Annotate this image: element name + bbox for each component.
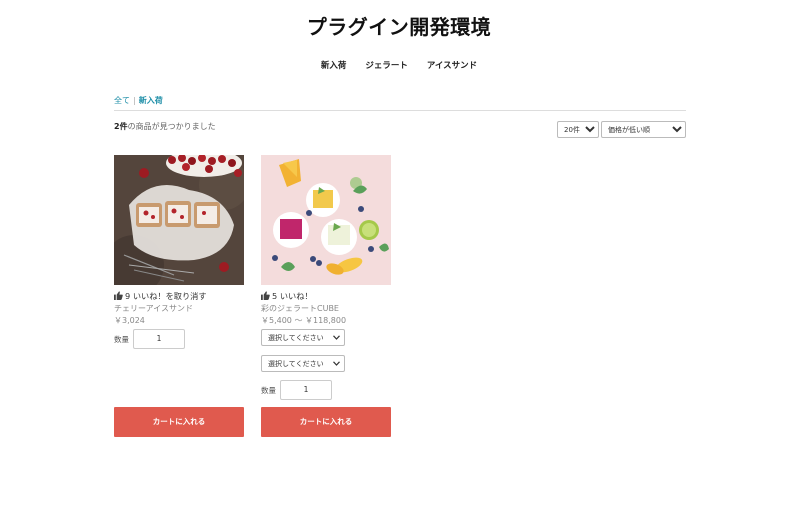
breadcrumb-separator: | <box>133 96 136 105</box>
option-select-2[interactable]: 選択してください <box>261 355 345 372</box>
product-price: ￥5,400 ～ ￥118,800 <box>261 316 347 325</box>
nav-item-new-arrivals[interactable]: 新入荷 <box>321 59 347 71</box>
nav-item-gelato[interactable]: ジェラート <box>365 59 408 71</box>
thumbs-up-icon <box>114 291 123 303</box>
product-price: ￥3,024 <box>114 316 145 325</box>
option-select-1[interactable]: 選択してください <box>261 329 345 346</box>
like-text: いいね！を取り消す <box>132 291 207 301</box>
result-count-number: 2件 <box>114 122 128 131</box>
product-image-cherry-ice-sandwich[interactable] <box>114 155 244 285</box>
option-select-1-value: 選択してください <box>268 333 324 342</box>
product-image-gelato-cube[interactable] <box>261 155 391 285</box>
per-page-select[interactable]: 20件 <box>557 121 599 138</box>
divider <box>114 110 686 111</box>
like-count: 9 <box>125 291 131 301</box>
product-card: 9 いいね！を取り消す チェリーアイスサンド ￥3,024 数量 1 カートに入… <box>114 155 244 437</box>
add-to-cart-button[interactable]: カートに入れる <box>261 407 391 437</box>
thumbs-up-icon <box>261 291 270 303</box>
breadcrumb-all-link[interactable]: 全て <box>114 96 130 105</box>
add-to-cart-button[interactable]: カートに入れる <box>114 407 244 437</box>
quantity-input[interactable]: 1 <box>133 329 185 349</box>
like-row[interactable]: 5 いいね！ <box>261 291 391 302</box>
option-select-2-value: 選択してください <box>268 359 324 368</box>
result-count-suffix: の商品が見つかりました <box>127 122 216 131</box>
quantity-label: 数量 <box>114 334 129 344</box>
like-text: いいね！ <box>279 291 313 301</box>
quantity-label: 数量 <box>261 385 276 395</box>
product-name[interactable]: チェリーアイスサンド <box>114 303 244 314</box>
like-row[interactable]: 9 いいね！を取り消す <box>114 291 244 302</box>
nav-item-ice-sandwich[interactable]: アイスサンド <box>427 59 477 71</box>
quantity-row: 数量 1 <box>261 380 391 400</box>
product-name[interactable]: 彩のジェラートCUBE <box>261 303 391 314</box>
site-title[interactable]: プラグイン開発環境 <box>0 11 798 40</box>
like-count: 5 <box>272 291 278 301</box>
breadcrumb-current: 新入荷 <box>138 96 163 105</box>
breadcrumb: 全て | 新入荷 <box>114 95 163 106</box>
chevron-down-icon <box>333 360 340 368</box>
chevron-down-icon <box>333 334 340 342</box>
sort-select[interactable]: 価格が低い順 <box>601 121 686 138</box>
product-card: 5 いいね！ 彩のジェラートCUBE ￥5,400 ～ ￥118,800 選択し… <box>261 155 391 437</box>
quantity-row: 数量 1 <box>114 329 244 349</box>
main-nav: 新入荷 ジェラート アイスサンド <box>0 59 798 71</box>
result-count: 2件の商品が見つかりました <box>114 121 216 132</box>
quantity-input[interactable]: 1 <box>280 380 332 400</box>
